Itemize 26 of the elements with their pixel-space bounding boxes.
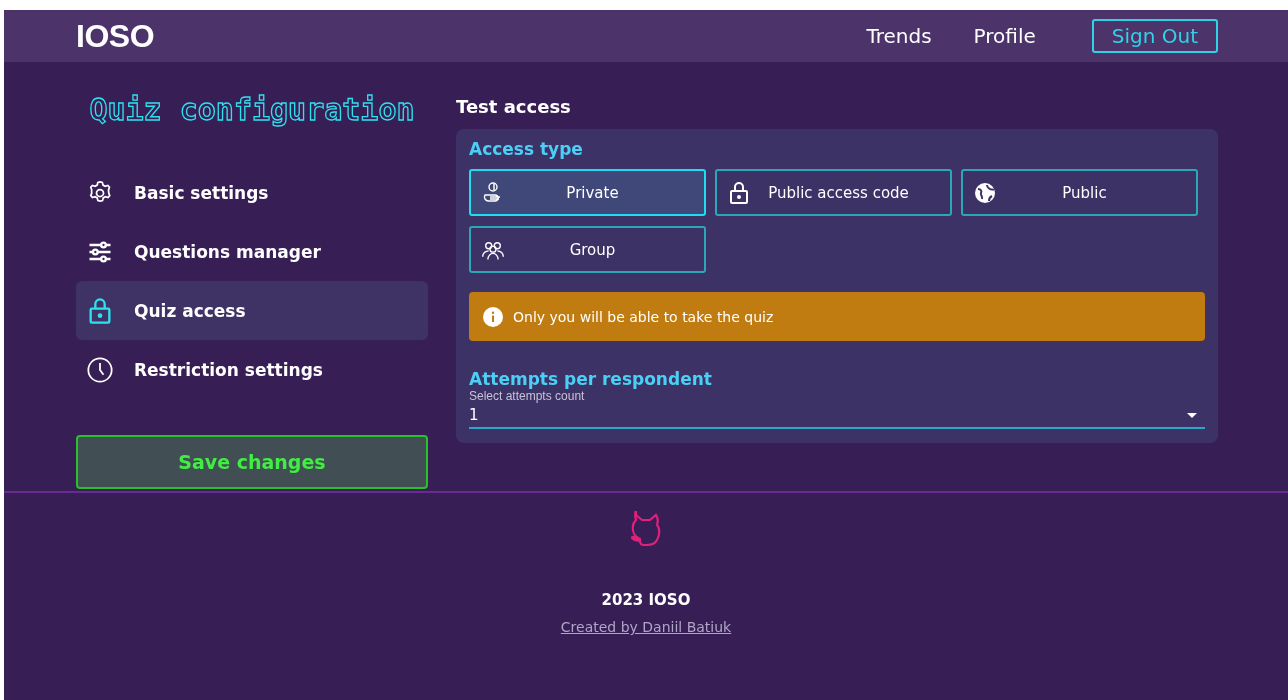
logo[interactable]: IOSO xyxy=(76,17,154,55)
sidebar-item[interactable]: Restriction settings xyxy=(76,340,428,399)
access-option[interactable]: Public access code xyxy=(715,169,952,216)
attempts-select[interactable]: Select attempts count 1 xyxy=(469,389,1205,429)
page-title: Quiz configuration xyxy=(88,92,416,127)
info-icon xyxy=(483,306,503,327)
save-changes-button[interactable]: Save changes xyxy=(76,435,428,489)
lock-icon xyxy=(727,180,751,205)
author-link[interactable]: Created by Daniil Batiuk xyxy=(560,619,732,635)
info-text: Only you will be able to take the quiz xyxy=(513,308,774,325)
caret-icon xyxy=(1187,412,1197,418)
access-type-title: Access type xyxy=(469,139,584,159)
sidebar-item[interactable]: Quiz access xyxy=(76,281,428,340)
clock-icon xyxy=(86,355,114,384)
access-option[interactable]: Public xyxy=(961,169,1198,216)
section-heading: Test access xyxy=(456,96,572,117)
nav-link[interactable]: Profile xyxy=(967,20,1042,52)
access-option[interactable]: Private xyxy=(469,169,706,216)
attempts-title: Attempts per respondent xyxy=(469,369,713,389)
sidebar-item[interactable]: Questions manager xyxy=(76,222,428,281)
globe-icon xyxy=(973,180,997,205)
sign-out-button[interactable]: Sign Out xyxy=(1091,19,1218,53)
copyright-text: 2023 IOSO xyxy=(601,591,691,609)
nav-link[interactable]: Trends xyxy=(860,20,938,52)
sidebar-item[interactable]: Basic settings xyxy=(76,163,428,222)
access-option[interactable]: Group xyxy=(469,226,706,273)
